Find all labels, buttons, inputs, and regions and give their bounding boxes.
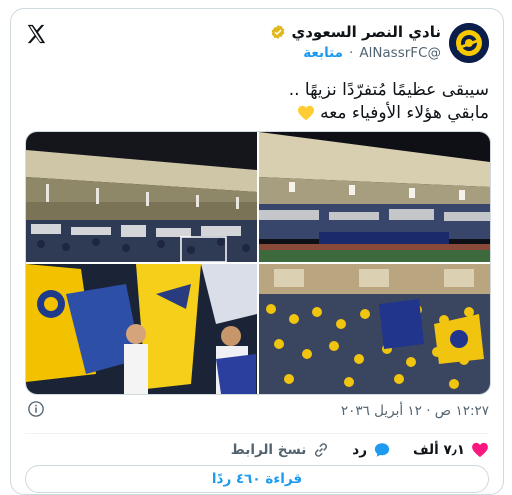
info-icon[interactable]	[27, 400, 45, 418]
tweet-timestamp[interactable]: ١٢:٢٧ ص · ١٢ أبريل ٢٠٣٦	[341, 403, 489, 419]
separator-dot: ·	[349, 45, 354, 61]
yellow-heart-icon	[297, 105, 314, 121]
tweet-text-line-1: سيبقى عظيمًا مُتفرّدًا نزيهًا ..	[288, 80, 489, 100]
x-logo-icon[interactable]	[25, 23, 47, 45]
reply-icon	[374, 443, 390, 457]
action-bar: ٧٫١ ألف رد نسخ الرابط	[231, 441, 489, 459]
read-replies-button[interactable]: قراءة ٤٦٠ ردًا	[25, 465, 489, 493]
copy-link-label: نسخ الرابط	[230, 442, 307, 458]
reply-label: رد	[352, 442, 367, 458]
photo-fans-flags[interactable]	[26, 264, 257, 394]
photo-stadium-stand-2[interactable]	[259, 132, 490, 262]
heart-icon	[472, 442, 488, 458]
media-grid	[25, 131, 491, 395]
likes-count: ٧٫١ ألف	[412, 442, 465, 458]
photo-crowd-yellow[interactable]	[259, 264, 490, 394]
follow-button[interactable]: متابعة	[303, 45, 343, 61]
verified-badge-icon	[272, 25, 285, 39]
tweet-text: سيبقى عظيمًا مُتفرّدًا نزيهًا .. مابقي ه…	[29, 79, 489, 125]
handle-row: @AlNassrFC · متابعة	[303, 45, 441, 61]
copy-link-button[interactable]: نسخ الرابط	[231, 441, 330, 459]
like-button[interactable]: ٧٫١ ألف	[413, 441, 489, 459]
tweet-card: نادي النصر السعودي @AlNassrFC · متابعة س…	[10, 8, 504, 495]
account-name[interactable]: نادي النصر السعودي	[291, 23, 441, 41]
avatar[interactable]	[449, 23, 489, 63]
divider	[25, 433, 489, 434]
reply-button[interactable]: رد	[352, 441, 391, 459]
account-handle[interactable]: @AlNassrFC	[359, 45, 441, 61]
tweet-text-line-2: مابقي هؤلاء الأوفياء معه	[320, 103, 489, 123]
link-icon	[315, 443, 328, 457]
account-name-row[interactable]: نادي النصر السعودي	[270, 23, 441, 41]
photo-stadium-stand-1[interactable]	[26, 132, 257, 262]
